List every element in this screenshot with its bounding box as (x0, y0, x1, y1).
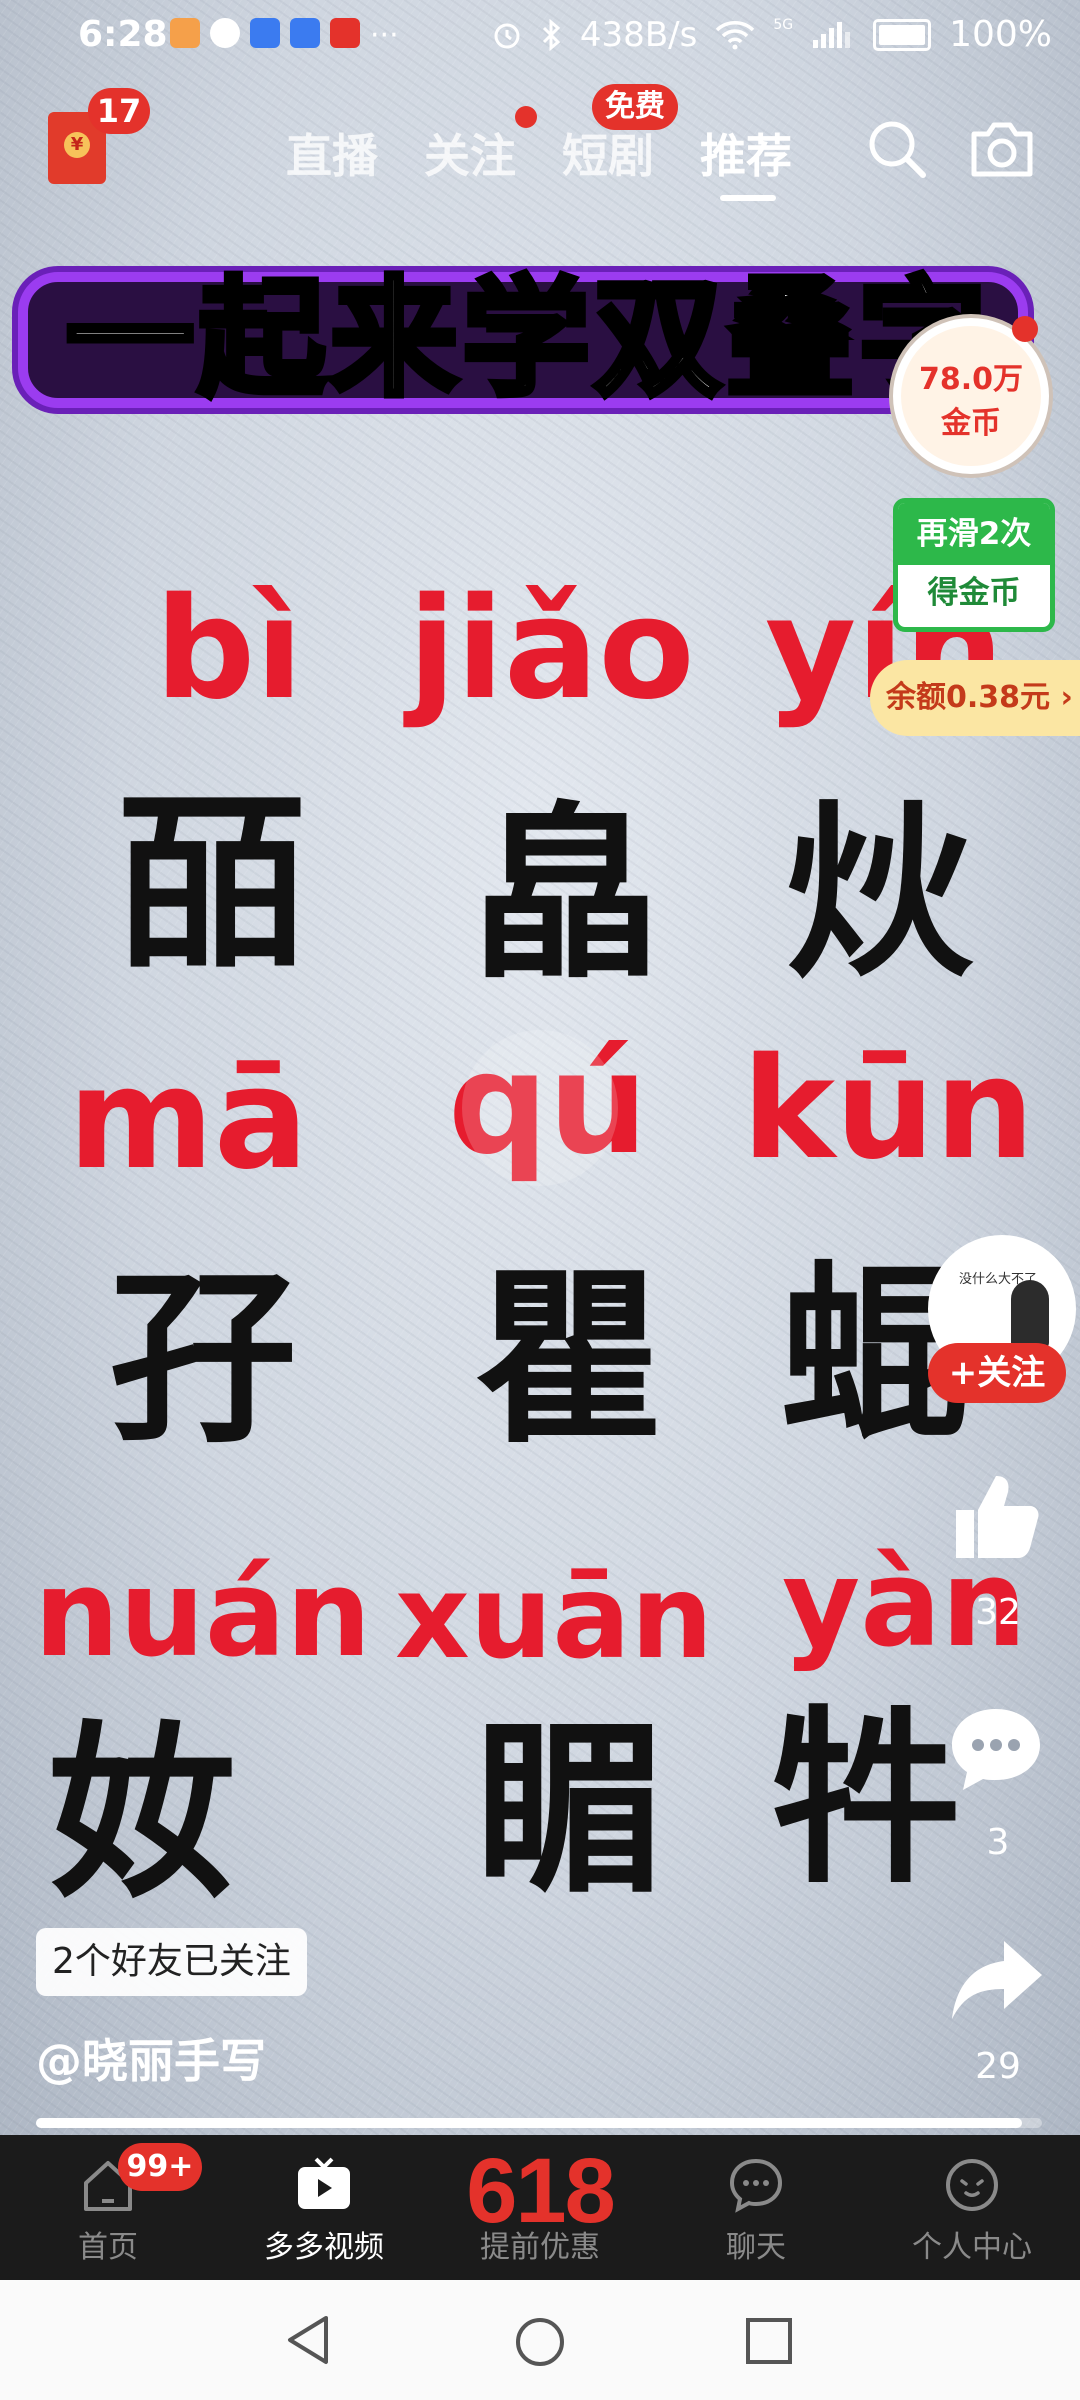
battery-percent: 100% (949, 14, 1052, 55)
swipe-for-coins-card[interactable]: 再滑2次 得金币 (893, 498, 1055, 632)
chat-icon (729, 2158, 783, 2213)
like-count: 32 (975, 1592, 1021, 1633)
balance-text: 余额0.38元 (886, 680, 1051, 715)
search-icon[interactable] (866, 118, 928, 180)
wechat-notification-icon (210, 18, 240, 48)
home-circle-icon[interactable] (512, 2314, 568, 2370)
video-app-notification-icon (170, 18, 200, 48)
swipe-hint-line2: 得金币 (927, 575, 1021, 611)
coin-reward-dot (1012, 316, 1038, 342)
follow-button[interactable]: +关注 (928, 1343, 1066, 1403)
comment-icon[interactable] (948, 1705, 1044, 1795)
pinyin-1-1: bì (155, 568, 304, 731)
status-bar: 6:28 ··· 438B/s 5G 100% (0, 0, 1080, 75)
yuan-coin-icon: ¥ (64, 132, 90, 158)
hanzi-1-1: 皕 (118, 773, 306, 994)
hanzi-3-1: 奻 (48, 1703, 236, 1924)
like-icon[interactable] (948, 1470, 1044, 1566)
profile-face-icon (946, 2159, 998, 2211)
back-icon[interactable] (282, 2312, 334, 2368)
balance-pill[interactable]: 余额0.38元 › (870, 660, 1080, 736)
share-count: 29 (975, 2046, 1021, 2087)
tab-following[interactable]: 关注 (424, 120, 516, 186)
system-navigation-bar (0, 2280, 1080, 2400)
nav-profile[interactable]: 个人中心 (864, 2135, 1080, 2280)
coin-unit: 金币 (941, 406, 1001, 441)
comment-count: 3 (986, 1822, 1010, 1863)
signal-5g-label: 5G (773, 16, 794, 33)
video-progress-bar[interactable] (36, 2118, 1042, 2128)
hanzi-2-2: 瞿 (475, 1248, 663, 1469)
swipe-hint-line1: 再滑2次 (898, 503, 1050, 565)
tab-recommended[interactable]: 推荐 (700, 120, 792, 186)
bluetooth-icon (542, 18, 561, 51)
pinyin-3-2: xuān (395, 1550, 714, 1685)
hanzi-1-2: 皛 (472, 783, 660, 1004)
baidu-notification-icon-2 (290, 18, 320, 48)
alarm-icon (494, 23, 520, 48)
share-icon[interactable] (948, 1935, 1044, 2025)
nav-618-promo[interactable]: 618 提前优惠 (432, 2135, 648, 2280)
video-progress-fill (36, 2118, 1022, 2128)
baidu-notification-icon (250, 18, 280, 48)
pinyin-1-2: jiǎo (408, 568, 695, 731)
hanzi-3-2: 睸 (475, 1698, 663, 1919)
hanzi-1-3: 炏 (785, 783, 973, 1004)
nav-promo-label: 提前优惠 (480, 2230, 600, 2265)
nav-home-label: 首页 (78, 2230, 138, 2265)
active-tab-underline (720, 195, 776, 201)
hanzi-3-3: 牪 (772, 1688, 960, 1909)
home-badge: 99+ (118, 2143, 202, 2191)
more-notifications: ··· (370, 18, 399, 53)
chevron-right-icon: › (1060, 680, 1073, 715)
nav-profile-label: 个人中心 (912, 2230, 1032, 2265)
video-title-text: 一起来学双叠字 (63, 262, 990, 417)
tab-live[interactable]: 直播 (286, 120, 378, 186)
pinyin-2-1: mā (68, 1038, 309, 1201)
book-notification-icon (330, 18, 360, 48)
network-speed: 438B/s (579, 14, 698, 55)
nav-video-label: 多多视频 (264, 2230, 384, 2265)
nav-video[interactable]: 多多视频 (216, 2135, 432, 2280)
hanzi-2-1: 孖 (108, 1248, 296, 1469)
coin-amount: 78.0万 (918, 362, 1024, 397)
following-dot-indicator (515, 106, 537, 128)
red-packet-count-badge: 17 (88, 88, 150, 134)
recents-square-icon[interactable] (744, 2316, 794, 2366)
nav-chat[interactable]: 聊天 (648, 2135, 864, 2280)
tv-play-icon (298, 2157, 350, 2209)
bottom-navigation: 99+ 首页 多多视频 618 提前优惠 聊天 个人中心 (0, 2135, 1080, 2280)
cell-signal-icon (813, 21, 851, 48)
camera-icon[interactable] (968, 120, 1036, 180)
play-indicator-icon (462, 1030, 618, 1186)
wifi-icon (716, 20, 755, 49)
short-drama-free-badge: 免费 (592, 84, 678, 130)
pinyin-3-1: nuán (34, 1545, 372, 1684)
creator-handle[interactable]: @晓丽手写 (36, 2025, 266, 2091)
pinyin-2-3: kūn (742, 1028, 1035, 1191)
nav-chat-label: 聊天 (726, 2230, 786, 2265)
video-player[interactable]: 一起来学双叠字 bì jiǎo yín 皕 皛 炏 mā qú kūn 孖 瞿 … (0, 0, 1080, 2135)
nav-home[interactable]: 99+ 首页 (0, 2135, 216, 2280)
notification-icons: ··· (170, 18, 399, 53)
avatar-figure (1011, 1280, 1049, 1350)
battery-icon (873, 18, 932, 51)
friends-followed-chip[interactable]: 2个好友已关注 (36, 1928, 307, 1996)
status-right: 438B/s 5G 100% (492, 14, 1052, 55)
status-time: 6:28 (78, 14, 168, 55)
video-title-banner: 一起来学双叠字 (18, 250, 1028, 430)
